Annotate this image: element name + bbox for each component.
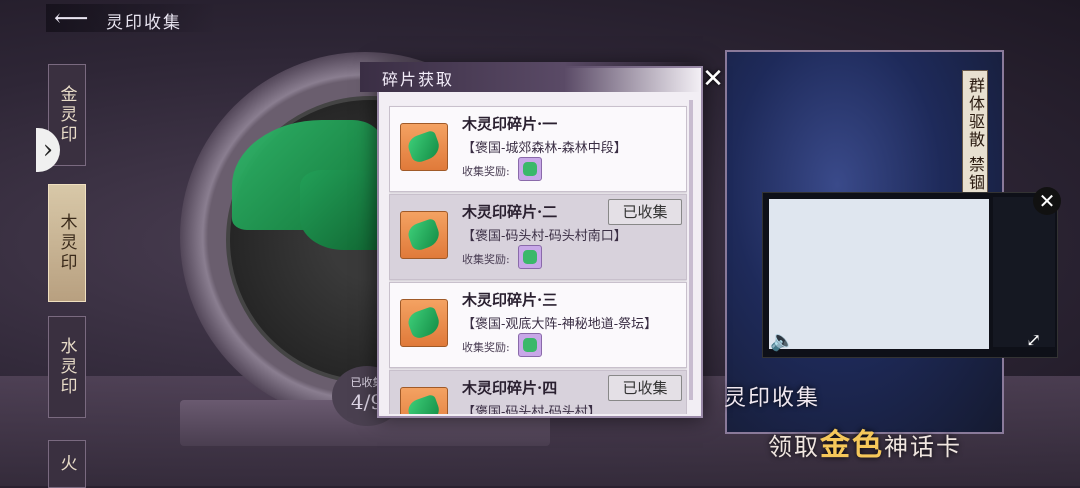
sound-icon[interactable]: 🔈 (770, 328, 795, 352)
close-icon[interactable]: ✕ (698, 64, 728, 94)
list-item[interactable]: 木灵印碎片·四 【褒国-码头村-码头村】 已收集 (389, 370, 687, 414)
fragment-name: 木灵印碎片·二 (462, 203, 558, 221)
tab-water-seal[interactable]: 水灵印 (48, 316, 86, 418)
card-title: 灵印收集 (724, 386, 821, 411)
card-skill-tag: 群体驱散 禁锢 (962, 70, 988, 202)
overlay-sidebar (993, 197, 1055, 347)
expand-icon[interactable]: ⤢ (1026, 330, 1041, 351)
modal-title: 碎片获取 (382, 70, 455, 89)
reward-icon[interactable] (518, 157, 542, 181)
list-item[interactable]: 木灵印碎片·三 【褒国-观底大阵-神秘地道-祭坛】 收集奖励: (389, 282, 687, 368)
video-overlay[interactable] (762, 192, 1058, 358)
reward-icon[interactable] (518, 333, 542, 357)
collected-stamp: 已收集 (608, 199, 682, 225)
fragment-thumb (400, 299, 448, 347)
reward-icon[interactable] (518, 245, 542, 269)
list-item[interactable]: 木灵印碎片·二 【褒国-码头村-码头村南口】 收集奖励: 已收集 (389, 194, 687, 280)
fragment-list[interactable]: 木灵印碎片·一 【褒国-城郊森林-森林中段】 收集奖励: 木灵印碎片·二 【褒国… (389, 100, 687, 414)
list-item[interactable]: 木灵印碎片·一 【褒国-城郊森林-森林中段】 收集奖励: (389, 106, 687, 192)
fragment-location: 【褒国-码头村-码头村】 (462, 405, 601, 414)
fragment-name: 木灵印碎片·四 (462, 379, 558, 397)
overlay-screen (769, 199, 989, 349)
reward-label: 收集奖励: (462, 341, 510, 354)
fragment-location: 【褒国-观底大阵-神秘地道-祭坛】 (462, 317, 658, 332)
fragment-location: 【褒国-城郊森林-森林中段】 (462, 141, 627, 156)
overlay-close-icon[interactable]: ✕ (1033, 187, 1061, 215)
fragment-location: 【褒国-码头村-码头村南口】 (462, 229, 627, 244)
claim-card-banner[interactable]: 领取金色神话卡 (768, 420, 962, 464)
fragment-thumb (400, 387, 448, 414)
fragment-name: 木灵印碎片·三 (462, 291, 558, 309)
collected-stamp: 已收集 (608, 375, 682, 401)
reward-label: 收集奖励: (462, 165, 510, 178)
fragment-name: 木灵印碎片·一 (462, 115, 558, 133)
reward-label: 收集奖励: (462, 253, 510, 266)
fragment-thumb (400, 211, 448, 259)
tab-wood-seal[interactable]: 木灵印 (48, 184, 86, 302)
tab-fire-seal[interactable]: 火 (48, 440, 86, 488)
scrollbar[interactable] (689, 100, 693, 400)
fragment-thumb (400, 123, 448, 171)
back-arrow-icon[interactable]: ⟵ (54, 6, 94, 30)
page-title: 灵印收集 (106, 13, 182, 33)
